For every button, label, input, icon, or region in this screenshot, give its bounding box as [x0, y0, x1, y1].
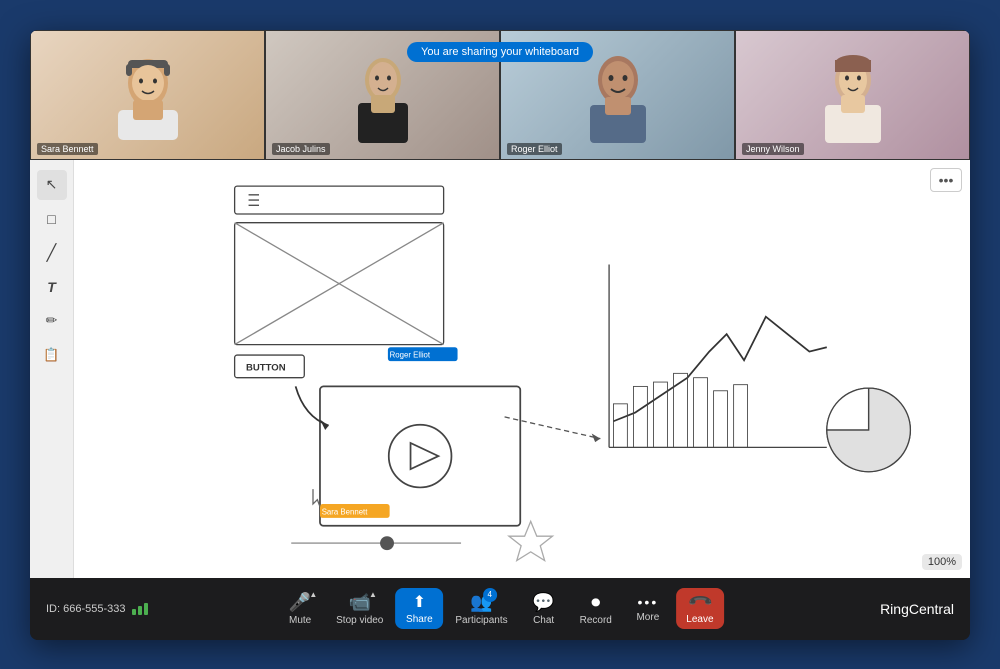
more-button[interactable]: ••• More — [624, 590, 672, 627]
whiteboard: ••• Roger Elliot BUTTON — [74, 160, 970, 578]
record-button[interactable]: ⏺ Record — [572, 588, 620, 630]
record-icon: ⏺ — [591, 592, 600, 613]
zoom-indicator: 100% — [922, 554, 962, 570]
svg-text:BUTTON: BUTTON — [246, 362, 286, 373]
video-strip: You are sharing your whiteboard — [30, 30, 970, 160]
text-tool[interactable]: T — [37, 272, 67, 302]
brand-name: RingCentral — [880, 601, 954, 617]
more-icon: ••• — [638, 594, 659, 610]
chat-label: Chat — [533, 615, 554, 626]
meeting-id: ID: 666-555-333 — [46, 603, 148, 615]
mute-icon: 🎤▲ — [289, 592, 311, 613]
mute-label: Mute — [289, 615, 311, 626]
name-sara: Sara Bennett — [37, 143, 98, 155]
main-area: ↖ □ ╱ T ✏ 📋 ••• Roger Elliot — [30, 160, 970, 578]
chat-icon: 💬 — [532, 592, 554, 613]
more-button-whiteboard[interactable]: ••• — [930, 168, 962, 192]
video-tile-jenny: Jenny Wilson — [735, 30, 970, 160]
more-label: More — [636, 612, 659, 623]
mute-button[interactable]: 🎤▲ Mute — [276, 588, 324, 630]
participants-icon: 👥 4 — [470, 592, 492, 613]
share-banner: You are sharing your whiteboard — [407, 42, 593, 62]
name-jacob: Jacob Julins — [272, 143, 330, 155]
participants-badge: 4 — [483, 588, 497, 602]
svg-text:Roger Elliot: Roger Elliot — [390, 350, 431, 359]
signal-bars — [132, 603, 148, 615]
signal-bar-2 — [138, 606, 142, 615]
share-icon: ⬆ — [413, 592, 426, 612]
left-toolbar: ↖ □ ╱ T ✏ 📋 — [30, 160, 74, 578]
video-tile-sara: Sara Bennett — [30, 30, 265, 160]
pen-tool[interactable]: ✏ — [37, 306, 67, 336]
participants-label: Participants — [455, 615, 507, 626]
record-label: Record — [580, 615, 612, 626]
leave-icon: 📞 — [686, 588, 714, 616]
video-icon: 📹▲ — [349, 592, 371, 613]
bottom-bar: ID: 666-555-333 🎤▲ Mute 📹▲ Stop video — [30, 578, 970, 640]
share-label: Share — [406, 614, 433, 625]
stop-video-button[interactable]: 📹▲ Stop video — [328, 588, 391, 630]
line-tool[interactable]: ╱ — [37, 238, 67, 268]
name-roger: Roger Elliot — [507, 143, 562, 155]
leave-button[interactable]: 📞 Leave — [676, 588, 724, 629]
participants-button[interactable]: 👥 4 Participants — [447, 588, 515, 630]
bottom-controls: 🎤▲ Mute 📹▲ Stop video ⬆ Share 👥 4 — [276, 588, 724, 630]
select-tool[interactable]: ↖ — [37, 170, 67, 200]
share-button[interactable]: ⬆ Share — [395, 588, 443, 629]
document-tool[interactable]: 📋 — [37, 340, 67, 370]
signal-bar-1 — [132, 609, 136, 615]
signal-bar-3 — [144, 603, 148, 615]
svg-text:Sara Bennett: Sara Bennett — [322, 507, 369, 516]
app-window: You are sharing your whiteboard — [30, 30, 970, 640]
name-jenny: Jenny Wilson — [742, 143, 804, 155]
chat-button[interactable]: 💬 Chat — [520, 588, 568, 630]
stop-video-label: Stop video — [336, 615, 383, 626]
rectangle-tool[interactable]: □ — [37, 204, 67, 234]
